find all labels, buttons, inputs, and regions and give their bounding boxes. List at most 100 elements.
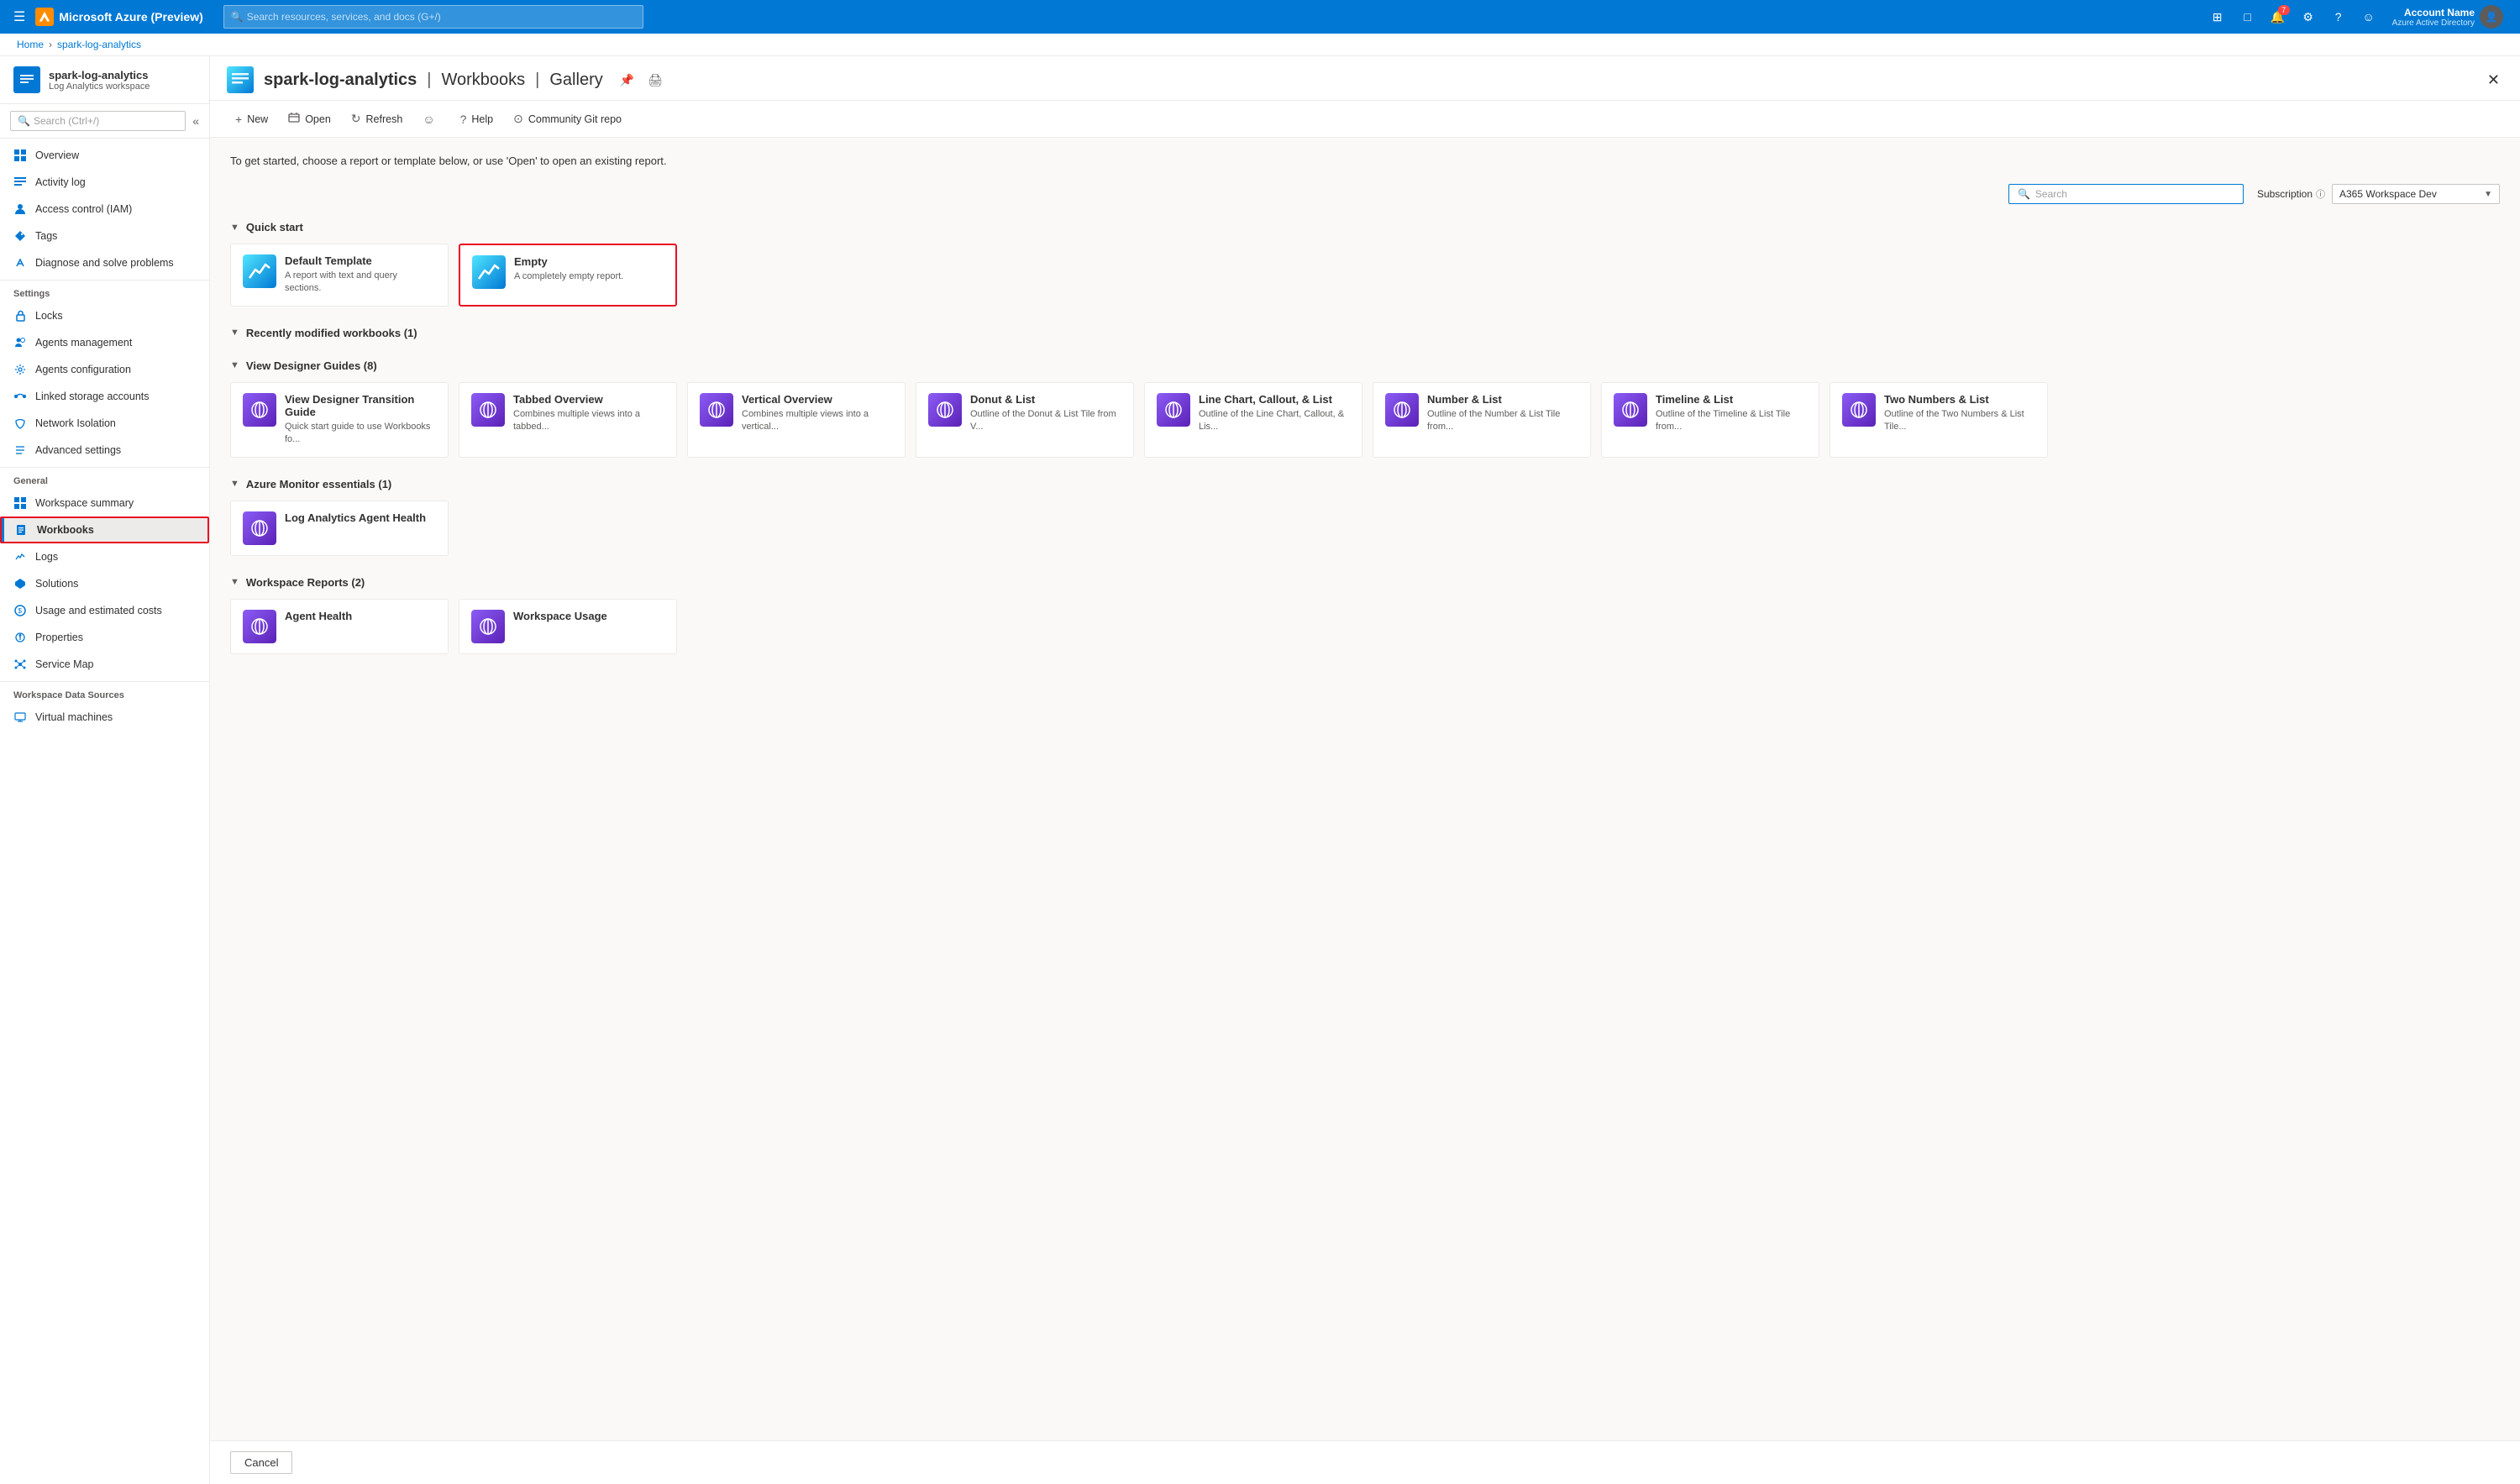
subscription-area: Subscription ⓘ A365 Workspace Dev ▼ — [2257, 184, 2500, 204]
sidebar-item-virtual-machines[interactable]: Virtual machines — [0, 704, 209, 731]
sidebar-item-linked-storage[interactable]: Linked storage accounts — [0, 383, 209, 410]
breadcrumb-resource[interactable]: spark-log-analytics — [57, 39, 141, 50]
sidebar-item-tags[interactable]: Tags — [0, 223, 209, 249]
community-button[interactable]: ⊙ Community Git repo — [505, 107, 630, 130]
azure-monitor-cards-grid: Log Analytics Agent Health — [230, 501, 2500, 556]
sidebar-collapse-btn[interactable]: « — [192, 114, 199, 128]
recently-modified-header[interactable]: ▼ Recently modified workbooks (1) — [230, 327, 2500, 339]
card-default-template[interactable]: Default Template A report with text and … — [230, 244, 449, 307]
new-button[interactable]: + New — [227, 108, 276, 130]
sidebar-item-network-isolation[interactable]: Network Isolation — [0, 410, 209, 437]
refresh-button[interactable]: ↻ Refresh — [343, 107, 412, 130]
card-tabbed-overview-body: Tabbed Overview Combines multiple views … — [513, 393, 664, 434]
breadcrumb-home[interactable]: Home — [17, 39, 44, 50]
card-two-numbers-list[interactable]: Two Numbers & List Outline of the Two Nu… — [1830, 382, 2048, 458]
quick-start-section-header[interactable]: ▼ Quick start — [230, 221, 2500, 233]
cloud-shell-btn[interactable]: □ — [2234, 3, 2261, 30]
topbar-logo-text: Microsoft Azure (Preview) — [59, 10, 202, 24]
workspace-summary-icon — [13, 496, 27, 510]
sidebar-item-solutions[interactable]: Solutions — [0, 570, 209, 597]
sidebar-item-service-map-label: Service Map — [35, 658, 93, 670]
card-agent-health[interactable]: Agent Health — [230, 599, 449, 654]
gallery-search-icon: 🔍 — [2018, 188, 2030, 200]
sidebar-item-diagnose-label: Diagnose and solve problems — [35, 257, 174, 269]
account-menu[interactable]: Account Name Azure Active Directory 👤 — [2386, 2, 2510, 32]
help-btn[interactable]: ? — [2325, 3, 2352, 30]
notifications-btn[interactable]: 🔔 7 — [2265, 3, 2292, 30]
sidebar-item-solutions-label: Solutions — [35, 578, 78, 590]
cancel-button[interactable]: Cancel — [230, 1451, 292, 1474]
recently-modified-chevron-icon: ▼ — [230, 328, 239, 338]
sidebar-item-agents-management[interactable]: Agents management — [0, 329, 209, 356]
view-designer-section: ▼ View Designer Guides (8) — [230, 359, 2500, 458]
sidebar-item-properties[interactable]: Properties — [0, 624, 209, 651]
card-line-chart-body: Line Chart, Callout, & List Outline of t… — [1199, 393, 1350, 434]
sidebar-item-workbooks[interactable]: Workbooks — [0, 517, 209, 543]
sidebar-item-advanced-settings[interactable]: Advanced settings — [0, 437, 209, 464]
sidebar-item-service-map[interactable]: Service Map — [0, 651, 209, 678]
card-workspace-usage[interactable]: Workspace Usage — [459, 599, 677, 654]
sidebar-item-access-control[interactable]: Access control (IAM) — [0, 196, 209, 223]
help-button[interactable]: ? Help — [452, 108, 502, 130]
breadcrumb-sep1: › — [49, 39, 52, 50]
feedback-button[interactable]: ☺ — [414, 108, 448, 130]
sidebar-search-input[interactable] — [34, 115, 178, 127]
card-log-analytics-agent-health-title: Log Analytics Agent Health — [285, 511, 436, 524]
open-button[interactable]: Open — [280, 107, 339, 130]
card-empty-body: Empty A completely empty report. — [514, 255, 664, 283]
card-line-chart[interactable]: Line Chart, Callout, & List Outline of t… — [1144, 382, 1362, 458]
subscription-label: Subscription ⓘ — [2257, 187, 2325, 201]
gallery-search-box[interactable]: 🔍 — [2008, 184, 2244, 204]
sidebar-item-access-control-label: Access control (IAM) — [35, 203, 132, 215]
card-vd-transition[interactable]: View Designer Transition Guide Quick sta… — [230, 382, 449, 458]
locks-icon — [13, 309, 27, 322]
card-number-list-title: Number & List — [1427, 393, 1578, 406]
quick-start-section: ▼ Quick start — [230, 221, 2500, 307]
sidebar-item-usage-costs[interactable]: $ Usage and estimated costs — [0, 597, 209, 624]
card-vd-transition-icon — [243, 393, 276, 427]
gallery-search-input[interactable] — [2035, 188, 2234, 200]
workspace-reports-title: Workspace Reports (2) — [246, 576, 365, 589]
print-icon[interactable]: 🖨 — [648, 73, 663, 87]
topbar-search-input[interactable] — [247, 11, 636, 23]
sidebar-search-box[interactable]: 🔍 — [10, 111, 186, 131]
view-designer-chevron-icon: ▼ — [230, 360, 239, 370]
feedback-btn[interactable]: ☺ — [2355, 3, 2382, 30]
subscription-info-icon[interactable]: ⓘ — [2316, 187, 2325, 201]
workspace-reports-header[interactable]: ▼ Workspace Reports (2) — [230, 576, 2500, 589]
sidebar-item-activity-log[interactable]: Activity log — [0, 169, 209, 196]
subscription-chevron-icon: ▼ — [2484, 190, 2492, 199]
pin-icon[interactable]: 📌 — [620, 73, 634, 87]
card-empty[interactable]: Empty A completely empty report. — [459, 244, 677, 307]
help-icon: ? — [460, 113, 467, 126]
azure-monitor-header[interactable]: ▼ Azure Monitor essentials (1) — [230, 478, 2500, 490]
card-donut-list-title: Donut & List — [970, 393, 1121, 406]
settings-btn[interactable]: ⚙ — [2295, 3, 2322, 30]
sidebar-item-locks[interactable]: Locks — [0, 302, 209, 329]
sidebar-item-agents-configuration[interactable]: Agents configuration — [0, 356, 209, 383]
tags-icon — [13, 229, 27, 243]
sidebar-item-workspace-summary[interactable]: Workspace summary — [0, 490, 209, 517]
portal-btn[interactable]: ⊞ — [2204, 3, 2231, 30]
view-designer-header[interactable]: ▼ View Designer Guides (8) — [230, 359, 2500, 372]
topbar-search[interactable]: 🔍 — [223, 5, 643, 29]
card-vertical-overview[interactable]: Vertical Overview Combines multiple view… — [687, 382, 906, 458]
page-close-btn[interactable]: ✕ — [2484, 68, 2503, 92]
topbar-actions: ⊞ □ 🔔 7 ⚙ ? ☺ Account Name Azure Active … — [2204, 2, 2510, 32]
sidebar-item-diagnose[interactable]: Diagnose and solve problems — [0, 249, 209, 276]
card-timeline-list[interactable]: Timeline & List Outline of the Timeline … — [1601, 382, 1819, 458]
card-line-chart-desc: Outline of the Line Chart, Callout, & Li… — [1199, 408, 1350, 434]
workspace-reports-section: ▼ Workspace Reports (2) — [230, 576, 2500, 654]
card-log-analytics-agent-health[interactable]: Log Analytics Agent Health — [230, 501, 449, 556]
card-number-list[interactable]: Number & List Outline of the Number & Li… — [1373, 382, 1591, 458]
sidebar-item-overview[interactable]: Overview — [0, 142, 209, 169]
card-vd-transition-desc: Quick start guide to use Workbooks fo... — [285, 421, 436, 447]
community-label: Community Git repo — [528, 113, 622, 125]
topbar-search-icon: 🔍 — [231, 11, 244, 23]
card-tabbed-overview[interactable]: Tabbed Overview Combines multiple views … — [459, 382, 677, 458]
card-donut-list[interactable]: Donut & List Outline of the Donut & List… — [916, 382, 1134, 458]
hamburger-menu[interactable]: ☰ — [10, 5, 29, 29]
subscription-select[interactable]: A365 Workspace Dev ▼ — [2332, 184, 2500, 204]
sidebar-item-logs[interactable]: Logs — [0, 543, 209, 570]
agents-mgmt-icon — [13, 336, 27, 349]
